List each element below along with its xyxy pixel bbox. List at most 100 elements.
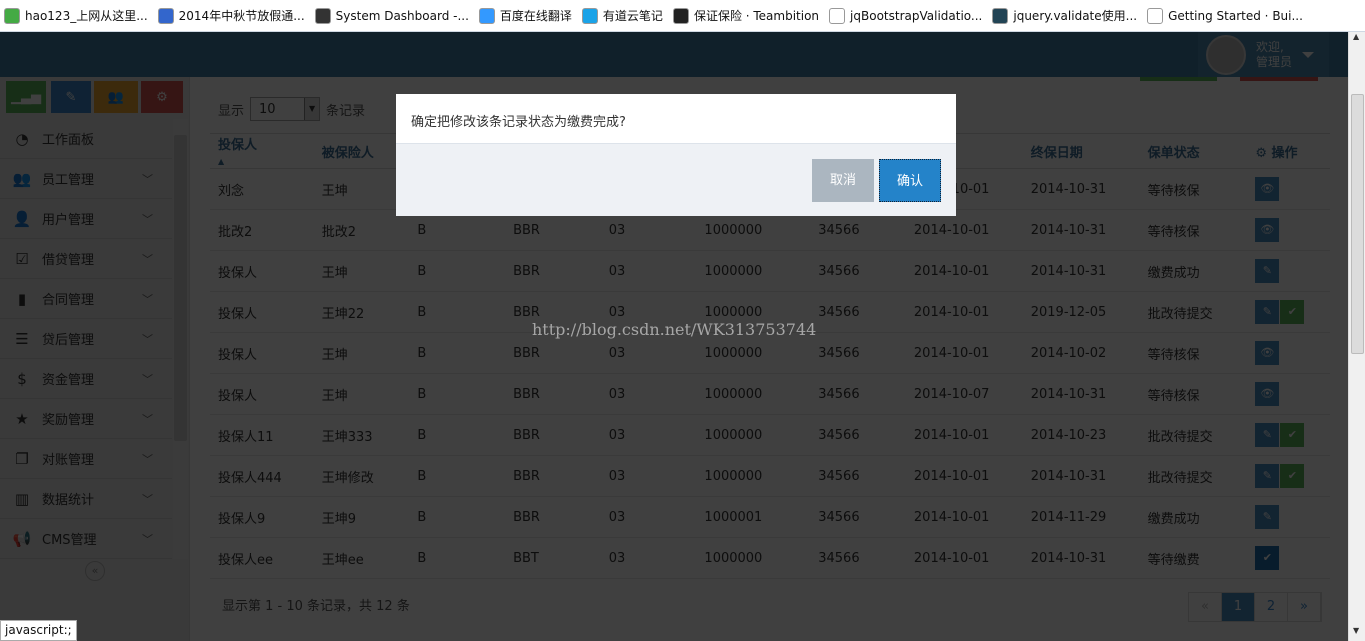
bookmark-link[interactable]: 保证保险 · Teambition [672, 7, 820, 24]
table-cell: 2014-10-31 [1022, 168, 1140, 210]
green-button[interactable] [1140, 77, 1217, 81]
edit-button[interactable]: ✎ [1255, 505, 1280, 529]
page-length-select[interactable]: 10 ▼ [250, 97, 321, 121]
page-length-value: 10 [259, 101, 276, 117]
table-cell: 1000000 [696, 455, 811, 497]
table-cell: 投保人ee [210, 537, 314, 579]
column-header-label: 操作 [1271, 145, 1298, 161]
edit-button[interactable]: ✎ [1255, 259, 1280, 283]
sidebar-item[interactable]: 📢 CMS管理 ﹀ [0, 519, 172, 559]
sidebar-item[interactable]: ★ 奖励管理 ﹀ [0, 399, 172, 439]
sidebar-item-label: 奖励管理 [42, 413, 95, 428]
edit-button[interactable]: ✎ [1255, 464, 1280, 488]
bookmark-link[interactable]: System Dashboard -... [314, 7, 469, 24]
sidebar-item[interactable]: ☑ 借贷管理 ﹀ [0, 239, 172, 279]
page-scrollbar[interactable]: ▲ ▼ [1348, 32, 1365, 641]
chevron-down-icon: ﹀ [142, 452, 153, 466]
bookmark-link[interactable]: 百度在线翻译 [478, 7, 572, 24]
chevron-down-icon: ﹀ [142, 252, 153, 266]
bookmark-link[interactable]: jquery.validate使用... [992, 7, 1137, 24]
shortcut-button[interactable]: ⚙ [141, 81, 183, 113]
sidebar-item-label: 员工管理 [42, 173, 95, 188]
column-header[interactable]: ⚙ 操作 [1247, 133, 1330, 169]
bookmark-label: 保证保险 · Teambition [693, 9, 820, 23]
sidebar-item-label: CMS管理 [42, 533, 97, 548]
chevron-down-icon: ﹀ [142, 372, 153, 386]
bookmark-link[interactable]: 2014年中秋节放假通... [157, 7, 305, 24]
edit-button[interactable]: ✎ [1255, 423, 1280, 447]
shortcut-button[interactable]: 👥 [94, 81, 138, 113]
table-cell: 1000000 [696, 250, 811, 292]
bookmark-link[interactable]: 有道云笔记 [581, 7, 663, 24]
sidebar-item[interactable]: ❐ 对账管理 ﹀ [0, 439, 172, 479]
bookmark-favicon-icon [1147, 7, 1164, 24]
column-header[interactable]: 投保人 ▲ [210, 133, 314, 169]
table-cell: 34566 [810, 414, 906, 456]
chevron-down-icon: ﹀ [142, 212, 153, 226]
sidebar-item[interactable]: ◔ 工作面板 [0, 119, 172, 159]
sidebar-item[interactable]: ☰ 贷后管理 ﹀ [0, 319, 172, 359]
view-button[interactable]: 👁 [1255, 218, 1280, 242]
page-link[interactable]: 1 [1222, 593, 1255, 621]
check-square-icon: ☑ [15, 249, 29, 268]
page-link[interactable]: « [1189, 593, 1222, 621]
red-button[interactable] [1240, 77, 1318, 81]
table-cell: 王坤 [313, 250, 410, 292]
page-link[interactable]: 2 [1255, 593, 1288, 621]
username: 管理员 [1256, 54, 1293, 69]
table-cell: 2014-10-31 [1022, 209, 1140, 251]
bookmark-link[interactable]: Getting Started · Bui... [1147, 7, 1303, 24]
table-cell: 投保人 [210, 332, 314, 374]
cancel-button[interactable]: 取消 [812, 159, 874, 202]
sidebar-scrollbar[interactable] [173, 119, 188, 559]
bookmark-link[interactable]: jqBootstrapValidatio... [829, 7, 982, 24]
bar-chart-icon: ▥ [14, 489, 30, 508]
table-cell: 等待核保 [1139, 373, 1248, 415]
sidebar-item[interactable]: ▮ 合同管理 ﹀ [0, 279, 172, 319]
table-row: 投保人9 王坤9 B BBR 03 1000001 34566 2014-10-01 2014-… [210, 496, 1330, 538]
column-header[interactable]: 保单状态 [1139, 133, 1248, 169]
avatar [1206, 34, 1246, 75]
edit-button[interactable]: ✎ [1255, 300, 1280, 324]
table-cell: 缴费成功 [1139, 496, 1248, 538]
sidebar-item[interactable]: 👤 用户管理 ﹀ [0, 199, 172, 239]
table-cell: 2014-10-23 [1022, 414, 1140, 456]
bookmark-label: 百度在线翻译 [499, 9, 572, 23]
bookmark-link[interactable]: hao123_上网从这里... [4, 7, 148, 24]
user-menu[interactable]: 欢迎, 管理员 [1198, 32, 1329, 77]
sidebar-item-label: 数据统计 [42, 493, 95, 508]
collapse-sidebar-icon[interactable]: « [85, 561, 105, 581]
sidebar-item[interactable]: 👥 员工管理 ﹀ [0, 159, 172, 199]
table-cell: B [409, 332, 506, 374]
records-label: 条记录 [326, 103, 366, 119]
shortcut-button[interactable]: ▁▃▅ [6, 81, 46, 113]
table-cell: 03 [600, 414, 697, 456]
view-button[interactable]: 👁 [1255, 177, 1280, 201]
confirm-button[interactable]: 确认 [879, 159, 941, 202]
sidebar-item[interactable]: $ 资金管理 ﹀ [0, 359, 172, 399]
confirm-payment-button[interactable]: ✔ [1255, 546, 1280, 570]
confirm-payment-button[interactable]: ✔ [1280, 423, 1305, 447]
view-button[interactable]: 👁 [1255, 341, 1280, 365]
table-cell: 2014-10-01 [905, 250, 1023, 292]
bookmark-label: Getting Started · Bui... [1168, 8, 1303, 23]
table-cell: 34566 [810, 455, 906, 497]
confirm-payment-button[interactable]: ✔ [1280, 300, 1305, 324]
shortcut-button[interactable]: ✎ [51, 81, 91, 113]
table-row: 投保人11 王坤333 B BBR 03 1000000 34566 2014-10-01 20… [210, 414, 1330, 456]
gear-icon: ⚙ [1255, 145, 1272, 161]
table-cell: BBR [505, 250, 601, 292]
table-cell: 王坤22 [313, 291, 410, 333]
page-link[interactable]: » [1288, 593, 1321, 621]
bookmark-favicon-icon [4, 7, 20, 24]
table-cell: 投保人444 [210, 455, 314, 497]
bookmark-favicon-icon [581, 7, 598, 24]
confirm-payment-button[interactable]: ✔ [1280, 464, 1305, 488]
column-header[interactable]: 终保日期 [1022, 133, 1140, 169]
sidebar-item[interactable]: ▥ 数据统计 ﹀ [0, 479, 172, 519]
table-cell: ✔ [1247, 537, 1330, 579]
table-cell: 等待缴费 [1139, 537, 1248, 579]
copy-icon: ❐ [15, 449, 29, 468]
chevron-down-icon: ﹀ [142, 292, 153, 306]
view-button[interactable]: 👁 [1255, 382, 1280, 406]
